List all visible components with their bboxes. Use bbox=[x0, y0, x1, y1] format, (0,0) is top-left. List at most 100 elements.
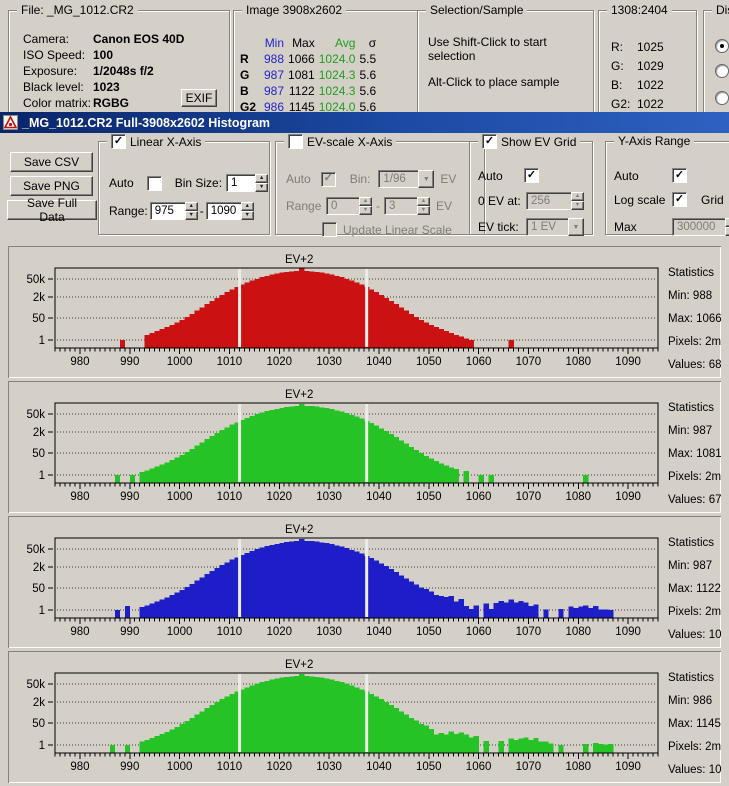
histogram-bar bbox=[339, 277, 345, 348]
image-stats-row: R 988 1066 1024.0 5.5 bbox=[238, 51, 378, 67]
display-option-radio-3[interactable] bbox=[715, 91, 729, 105]
spin-up-icon[interactable]: ▲ bbox=[184, 202, 198, 211]
range-from-spinner[interactable]: 975 ▲ ▼ bbox=[149, 202, 198, 220]
range-to-spinner[interactable]: 1090 ▲ ▼ bbox=[205, 202, 254, 220]
yaxis-auto-label: Auto bbox=[614, 168, 639, 183]
ev-scale-xaxis-group: EV-scale X-Axis Auto ✓ Bin: 1/96 ▼ EV Ra… bbox=[275, 134, 485, 237]
histogram-bar bbox=[588, 607, 594, 618]
histogram-bar bbox=[408, 446, 415, 483]
show-ev-grid-checkbox[interactable]: ✓ bbox=[482, 134, 497, 149]
histogram-bar bbox=[463, 471, 469, 483]
range-from-value[interactable]: 975 bbox=[149, 202, 185, 220]
linear-auto-checkbox[interactable] bbox=[146, 175, 162, 191]
sample-group-title: 1308:2404 bbox=[607, 3, 672, 17]
x-tick-label: 1060 bbox=[466, 491, 492, 503]
histogram-bar bbox=[169, 595, 175, 618]
histogram-bar bbox=[593, 605, 599, 618]
spin-up-icon[interactable]: ▲ bbox=[255, 174, 269, 183]
histogram-chart-G: 50k 2k 50 1 980 990 1000 1010 1020 1030 1040 1050 10… bbox=[26, 389, 721, 506]
histogram-bar bbox=[199, 711, 205, 753]
histogram-bar bbox=[503, 602, 509, 618]
histogram-bar bbox=[413, 450, 420, 483]
sample-values-group: 1308:2404 R: 1025 G: 1029 B: 1022 G2: 1022 bbox=[598, 3, 697, 112]
rawdigger-logo-icon bbox=[3, 115, 18, 130]
yaxis-auto-checkbox[interactable]: ✓ bbox=[672, 168, 687, 183]
sample-row: G2: 1022 bbox=[611, 94, 696, 112]
x-tick-label: 1030 bbox=[316, 626, 342, 638]
histogram-bar bbox=[463, 338, 469, 348]
histogram-bar bbox=[433, 461, 440, 483]
sigma-header: σ bbox=[368, 36, 377, 50]
linear-xaxis-checkbox[interactable]: ✓ bbox=[111, 134, 126, 149]
histogram-bar bbox=[418, 319, 425, 348]
y-tick-label: 1 bbox=[39, 740, 45, 752]
histogram-bar bbox=[413, 316, 420, 348]
histogram-chart-R: 50k 2k 50 1 980 990 1000 1010 1020 1030 1040 1050 10… bbox=[26, 254, 721, 371]
x-tick-label: 1050 bbox=[416, 491, 442, 503]
histogram-bar bbox=[513, 740, 519, 753]
histogram-panels: 50k 2k 50 1 980 990 1000 1010 1020 1030 1040 1050 10… bbox=[0, 237, 729, 783]
y-tick-label: 50k bbox=[26, 544, 45, 556]
spin-down-icon[interactable]: ▼ bbox=[255, 183, 269, 192]
save-png-button[interactable]: Save PNG bbox=[10, 176, 93, 196]
y-tick-label: 50k bbox=[26, 409, 45, 421]
range-to-value[interactable]: 1090 bbox=[205, 202, 241, 220]
histogram-bar bbox=[378, 428, 385, 483]
sigma-value: 5.5 bbox=[359, 52, 377, 66]
x-tick-label: 1030 bbox=[316, 491, 342, 503]
histogram-bar bbox=[543, 741, 549, 753]
log-scale-checkbox[interactable]: ✓ bbox=[672, 192, 687, 207]
selection-sample-group: Selection/Sample Use Shift-Click to star… bbox=[417, 3, 594, 112]
histogram-bar bbox=[508, 738, 514, 753]
histogram-bar bbox=[443, 331, 449, 348]
histogram-bar bbox=[199, 307, 205, 348]
histogram-bar bbox=[448, 467, 454, 483]
histogram-bar bbox=[448, 332, 454, 348]
spin-down-icon[interactable]: ▼ bbox=[240, 211, 254, 220]
histogram-bar bbox=[523, 602, 529, 618]
x-tick-label: 1020 bbox=[266, 356, 292, 368]
bin-size-spinner[interactable]: 1 ▲ ▼ bbox=[226, 174, 269, 192]
histogram-bar bbox=[194, 580, 200, 618]
histogram-bar bbox=[418, 453, 425, 483]
histogram-bar bbox=[179, 454, 185, 483]
histogram-bar bbox=[468, 737, 474, 753]
log-scale-label: Log scale bbox=[614, 192, 666, 207]
histogram-bar bbox=[144, 739, 150, 753]
spin-down-icon[interactable]: ▼ bbox=[184, 211, 198, 220]
display-option-radio-1[interactable] bbox=[715, 39, 729, 53]
histogram-bar bbox=[438, 732, 445, 753]
display-option-radio-2[interactable] bbox=[715, 64, 729, 78]
x-tick-label: 1060 bbox=[466, 626, 492, 638]
histogram-bar bbox=[358, 284, 365, 348]
exif-button[interactable]: EXIF bbox=[181, 89, 217, 107]
histogram-bar bbox=[448, 596, 454, 618]
save-full-data-button[interactable]: Save Full Data bbox=[7, 196, 97, 224]
save-csv-button[interactable]: Save CSV bbox=[10, 152, 93, 172]
bin-size-value[interactable]: 1 bbox=[226, 174, 256, 192]
evgrid-auto-checkbox[interactable]: ✓ bbox=[524, 168, 539, 183]
sigma-value: 5.6 bbox=[359, 84, 377, 98]
histogram-bar bbox=[458, 599, 464, 618]
x-tick-label: 980 bbox=[70, 626, 89, 638]
histogram-bar bbox=[269, 544, 275, 618]
window-title-bar[interactable]: _MG_1012.CR2 Full-3908x2602 Histogram bbox=[0, 112, 729, 133]
avg-value: 1024.3 bbox=[318, 68, 356, 82]
histogram-bar bbox=[149, 737, 155, 753]
histogram-bar bbox=[254, 278, 260, 348]
x-tick-label: 1080 bbox=[565, 491, 591, 503]
stats-heading: Statistics bbox=[668, 267, 714, 279]
histogram-bar bbox=[388, 569, 395, 618]
histogram-bar bbox=[174, 726, 180, 753]
histogram-window: _MG_1012.CR2 Full-3908x2602 Histogram Sa… bbox=[0, 112, 729, 786]
ev-scale-checkbox[interactable] bbox=[288, 134, 303, 149]
range-separator: - bbox=[199, 204, 204, 218]
histogram-bar bbox=[518, 738, 524, 753]
histogram-bar bbox=[383, 297, 390, 348]
spin-up-icon[interactable]: ▲ bbox=[240, 202, 254, 211]
histogram-bar bbox=[314, 406, 320, 483]
histogram-bar bbox=[274, 273, 280, 348]
x-tick-label: 1070 bbox=[516, 491, 542, 503]
histogram-bar bbox=[403, 578, 410, 618]
file-info-row: Camera: Canon EOS 40D bbox=[23, 31, 229, 47]
